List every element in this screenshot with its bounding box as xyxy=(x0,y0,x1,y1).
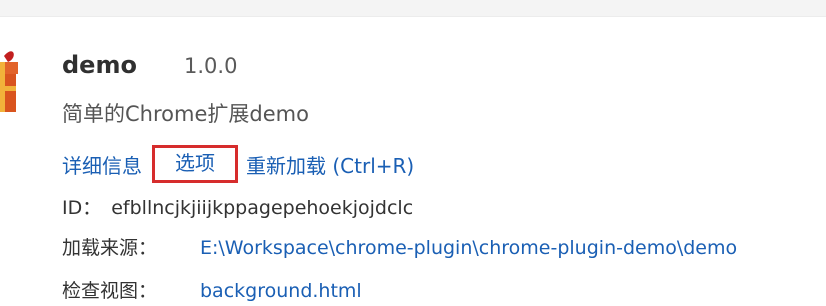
extension-actions: 详细信息 选项 重新加载 (Ctrl+R) xyxy=(62,145,414,183)
options-link[interactable]: 选项 xyxy=(152,145,238,183)
source-path-link[interactable]: E:\Workspace\chrome-plugin\chrome-plugin… xyxy=(200,233,737,263)
reload-link[interactable]: 重新加载 (Ctrl+R) xyxy=(246,150,414,179)
inspect-views-row: 检查视图： background.html xyxy=(62,276,362,306)
view-label: 检查视图： xyxy=(62,280,158,302)
top-strip xyxy=(0,0,826,17)
id-label: ID： xyxy=(62,197,102,219)
gift-icon xyxy=(0,51,18,112)
extension-description: 简单的Chrome扩展demo xyxy=(62,102,309,126)
source-label: 加载来源： xyxy=(62,237,158,259)
extension-id-row: ID： efbllncjkjiijkppagepehoekjojdclc xyxy=(62,193,413,223)
extension-name: demo xyxy=(62,51,137,79)
id-value: efbllncjkjiijkppagepehoekjojdclc xyxy=(111,197,414,219)
background-page-link[interactable]: background.html xyxy=(200,276,362,306)
extension-version: 1.0.0 xyxy=(184,54,238,78)
load-source-row: 加载来源： E:\Workspace\chrome-plugin\chrome-… xyxy=(62,233,737,263)
details-link[interactable]: 详细信息 xyxy=(62,150,142,179)
